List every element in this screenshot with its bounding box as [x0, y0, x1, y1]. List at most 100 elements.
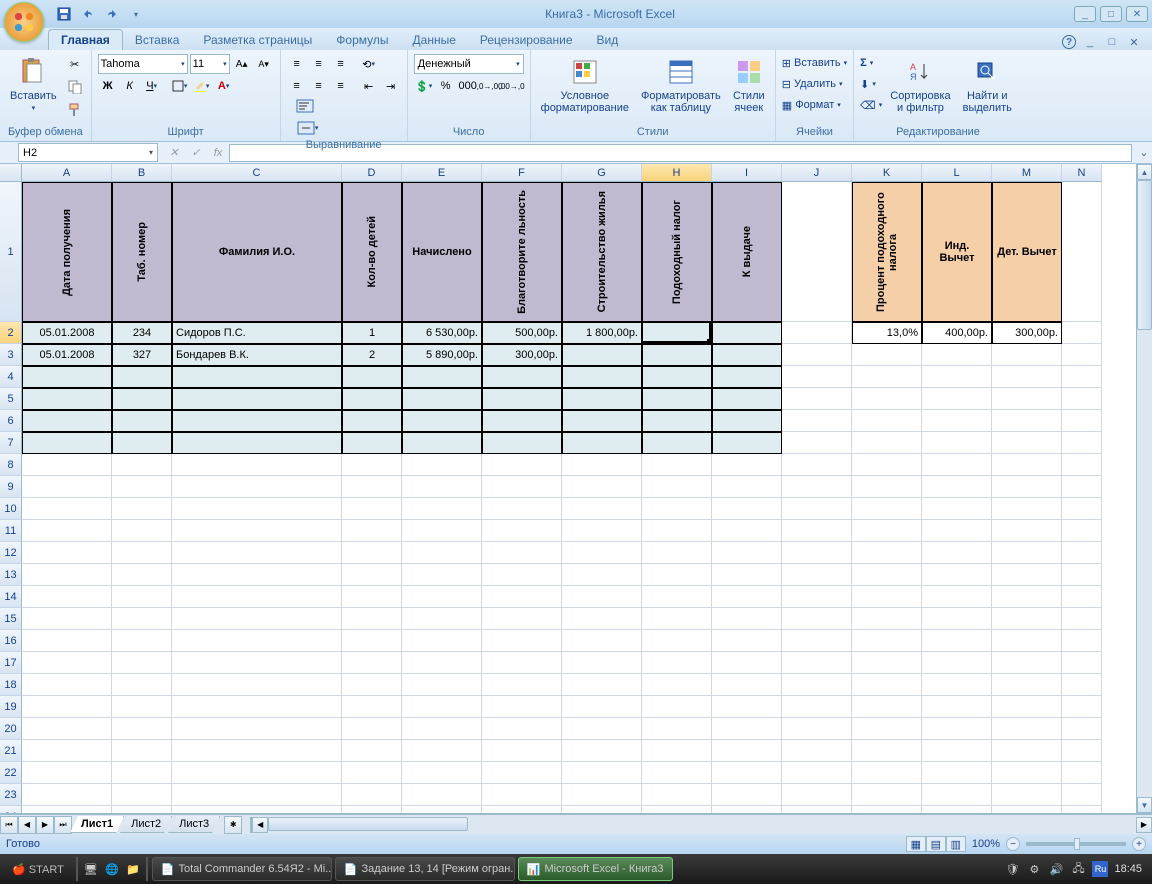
page-layout-view-icon[interactable]: ▤	[926, 836, 946, 852]
cell-M17[interactable]	[992, 652, 1062, 674]
cell-F19[interactable]	[482, 696, 562, 718]
cell-F17[interactable]	[482, 652, 562, 674]
cell-K5[interactable]	[852, 388, 922, 410]
cell-L21[interactable]	[922, 740, 992, 762]
cell-H8[interactable]	[642, 454, 712, 476]
zoom-out-icon[interactable]: −	[1006, 837, 1020, 851]
lang-indicator[interactable]: Ru	[1092, 861, 1108, 877]
cell-N16[interactable]	[1062, 630, 1102, 652]
cell-N3[interactable]	[1062, 344, 1102, 366]
cell-A12[interactable]	[22, 542, 112, 564]
cell-F1[interactable]: Благотворите льность	[482, 182, 562, 322]
cell-B12[interactable]	[112, 542, 172, 564]
column-header-J[interactable]: J	[782, 164, 852, 182]
cell-K2[interactable]: 13,0%	[852, 322, 922, 344]
orientation-icon[interactable]: ⟲▾	[359, 54, 379, 74]
cell-F16[interactable]	[482, 630, 562, 652]
cell-E14[interactable]	[402, 586, 482, 608]
cell-B18[interactable]	[112, 674, 172, 696]
increase-decimal-icon[interactable]: ,0→,00	[480, 76, 500, 96]
cell-G6[interactable]	[562, 410, 642, 432]
zoom-in-icon[interactable]: +	[1132, 837, 1146, 851]
taskbar-item[interactable]: 📄Total Commander 6.54Я2 - Mi...	[152, 857, 332, 881]
mdi-restore-button[interactable]: □	[1104, 34, 1120, 50]
cell-I3[interactable]	[712, 344, 782, 366]
cell-J2[interactable]	[782, 322, 852, 344]
cell-C14[interactable]	[172, 586, 342, 608]
cell-G8[interactable]	[562, 454, 642, 476]
cell-E24[interactable]	[402, 806, 482, 814]
row-header-1[interactable]: 1	[0, 182, 22, 322]
zoom-slider[interactable]	[1026, 842, 1126, 846]
column-header-I[interactable]: I	[712, 164, 782, 182]
column-header-N[interactable]: N	[1062, 164, 1102, 182]
sheet-tab-Лист1[interactable]: Лист1	[70, 816, 124, 833]
cell-L12[interactable]	[922, 542, 992, 564]
cell-D15[interactable]	[342, 608, 402, 630]
cell-M3[interactable]	[992, 344, 1062, 366]
quicklaunch-icon[interactable]: 🌐	[103, 860, 121, 878]
cell-L19[interactable]	[922, 696, 992, 718]
cell-A10[interactable]	[22, 498, 112, 520]
cell-F9[interactable]	[482, 476, 562, 498]
cell-B21[interactable]	[112, 740, 172, 762]
cell-L6[interactable]	[922, 410, 992, 432]
cell-M4[interactable]	[992, 366, 1062, 388]
cell-C8[interactable]	[172, 454, 342, 476]
cell-N23[interactable]	[1062, 784, 1102, 806]
find-select-button[interactable]: Найти и выделить	[959, 54, 1016, 116]
cell-E17[interactable]	[402, 652, 482, 674]
row-header-9[interactable]: 9	[0, 476, 22, 498]
cell-K14[interactable]	[852, 586, 922, 608]
redo-icon[interactable]	[102, 5, 122, 23]
align-middle-icon[interactable]: ≡	[309, 54, 329, 74]
cell-J6[interactable]	[782, 410, 852, 432]
cell-B6[interactable]	[112, 410, 172, 432]
column-header-G[interactable]: G	[562, 164, 642, 182]
cell-I8[interactable]	[712, 454, 782, 476]
cell-D13[interactable]	[342, 564, 402, 586]
cell-J23[interactable]	[782, 784, 852, 806]
cell-H5[interactable]	[642, 388, 712, 410]
cell-D17[interactable]	[342, 652, 402, 674]
cell-H7[interactable]	[642, 432, 712, 454]
cell-B13[interactable]	[112, 564, 172, 586]
cell-K4[interactable]	[852, 366, 922, 388]
cell-H13[interactable]	[642, 564, 712, 586]
cell-N7[interactable]	[1062, 432, 1102, 454]
cell-B4[interactable]	[112, 366, 172, 388]
cell-F14[interactable]	[482, 586, 562, 608]
cell-H2[interactable]	[642, 322, 712, 344]
cell-M14[interactable]	[992, 586, 1062, 608]
cell-H18[interactable]	[642, 674, 712, 696]
cell-D5[interactable]	[342, 388, 402, 410]
cell-E7[interactable]	[402, 432, 482, 454]
start-button[interactable]: 🍎 START	[4, 861, 72, 878]
cell-K23[interactable]	[852, 784, 922, 806]
cell-D16[interactable]	[342, 630, 402, 652]
row-header-7[interactable]: 7	[0, 432, 22, 454]
percent-format-icon[interactable]: %	[436, 76, 456, 96]
cell-M21[interactable]	[992, 740, 1062, 762]
cell-D22[interactable]	[342, 762, 402, 784]
cell-L18[interactable]	[922, 674, 992, 696]
cell-E22[interactable]	[402, 762, 482, 784]
cell-M11[interactable]	[992, 520, 1062, 542]
cell-I21[interactable]	[712, 740, 782, 762]
cell-K11[interactable]	[852, 520, 922, 542]
tab-page-layout[interactable]: Разметка страницы	[191, 30, 324, 50]
cell-styles-button[interactable]: Стили ячеек	[729, 54, 769, 116]
cell-J17[interactable]	[782, 652, 852, 674]
tab-insert[interactable]: Вставка	[123, 30, 192, 50]
cell-B14[interactable]	[112, 586, 172, 608]
scroll-up-icon[interactable]: ▲	[1137, 164, 1152, 180]
cell-N11[interactable]	[1062, 520, 1102, 542]
align-left-icon[interactable]: ≡	[287, 76, 307, 96]
cell-K24[interactable]	[852, 806, 922, 814]
cell-B7[interactable]	[112, 432, 172, 454]
cell-L7[interactable]	[922, 432, 992, 454]
taskbar-item[interactable]: 📄Задание 13, 14 [Режим огран...	[335, 857, 515, 881]
cell-K19[interactable]	[852, 696, 922, 718]
cell-J12[interactable]	[782, 542, 852, 564]
cell-A11[interactable]	[22, 520, 112, 542]
